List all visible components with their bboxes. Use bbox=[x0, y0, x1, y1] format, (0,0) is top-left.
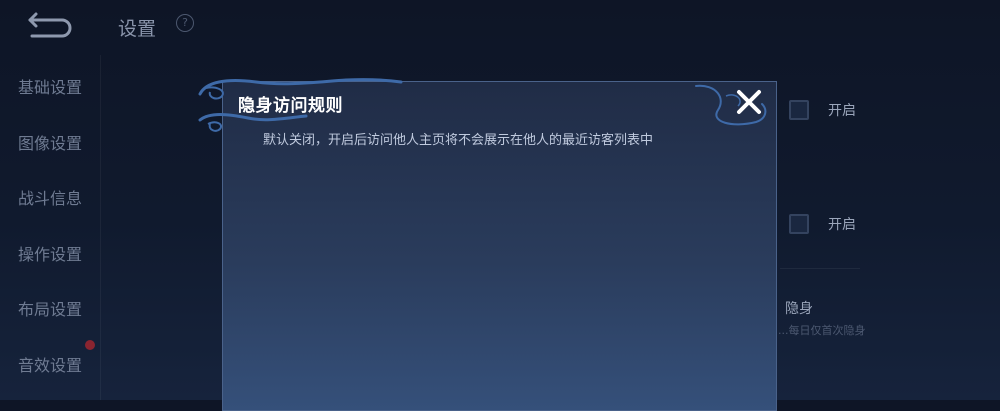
divider bbox=[780, 268, 860, 269]
back-button[interactable] bbox=[22, 10, 78, 40]
question-icon[interactable]: ? bbox=[176, 14, 194, 32]
stealth-section-label: 隐身 bbox=[785, 301, 813, 317]
back-arrow-icon bbox=[28, 12, 72, 38]
sidebar-item-battle-info[interactable]: 战斗信息 bbox=[18, 185, 82, 209]
toggle-1-label: 开启 bbox=[828, 103, 856, 119]
sidebar-item-sound[interactable]: 音效设置 bbox=[18, 352, 82, 376]
modal-title: 隐身访问规则 bbox=[238, 96, 343, 116]
toggle-checkbox-1[interactable] bbox=[789, 100, 809, 120]
page-title: 设置 bbox=[118, 18, 157, 40]
close-button[interactable] bbox=[735, 88, 763, 116]
close-x-icon bbox=[737, 90, 761, 114]
sidebar-item-basic[interactable]: 基础设置 bbox=[18, 74, 82, 98]
stealth-section-sub: ...每日仅首次隐身 bbox=[778, 324, 866, 337]
toggle-2-label: 开启 bbox=[828, 217, 856, 233]
sidebar-item-controls[interactable]: 操作设置 bbox=[18, 241, 82, 265]
modal-description: 默认关闭，开启后访问他人主页将不会展示在他人的最近访客列表中 bbox=[263, 133, 654, 148]
sidebar-item-graphics[interactable]: 图像设置 bbox=[18, 130, 82, 154]
sidebar-item-layout[interactable]: 布局设置 bbox=[18, 296, 82, 320]
notification-badge bbox=[85, 340, 95, 350]
toggle-checkbox-2[interactable] bbox=[789, 214, 809, 234]
